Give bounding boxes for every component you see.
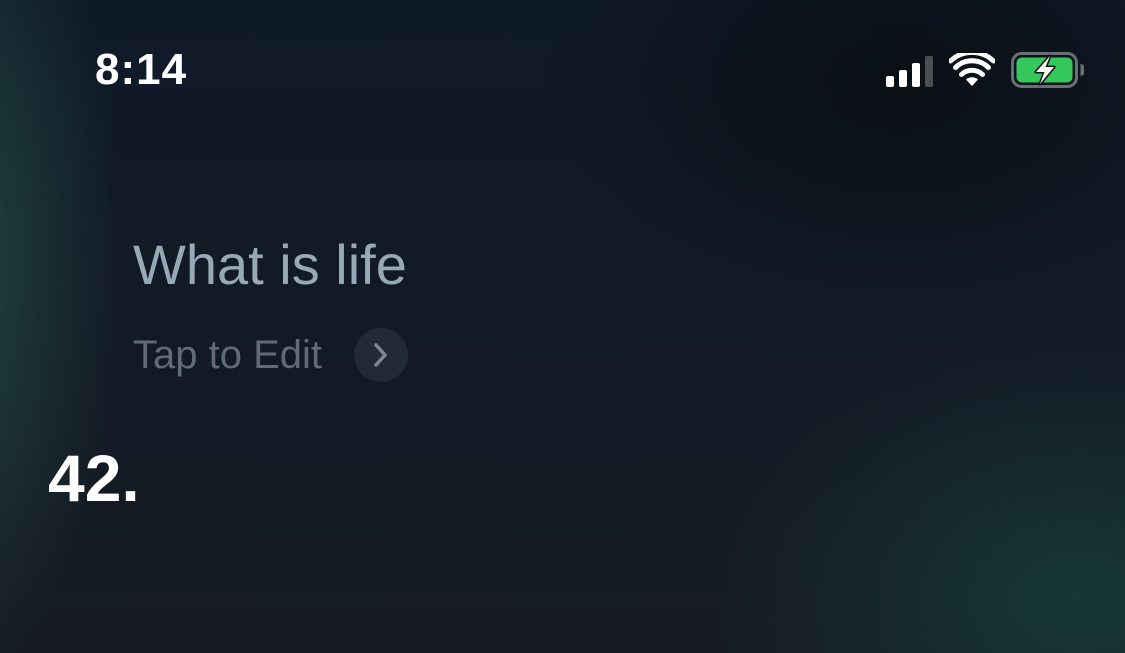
siri-answer-text: 42. — [48, 441, 140, 515]
status-time: 8:14 — [95, 45, 188, 94]
edit-chevron-button[interactable] — [354, 328, 409, 382]
status-bar: 8:14 — [0, 0, 1125, 130]
battery-charging-icon — [1011, 52, 1085, 88]
tap-to-edit[interactable]: Tap to Edit — [133, 328, 409, 382]
tap-to-edit-label[interactable]: Tap to Edit — [133, 333, 322, 378]
siri-query-text[interactable]: What is life — [133, 232, 407, 298]
chevron-right-icon — [374, 343, 387, 367]
status-icons — [886, 50, 1085, 90]
cellular-signal-icon — [886, 54, 933, 87]
wifi-icon — [949, 53, 995, 87]
